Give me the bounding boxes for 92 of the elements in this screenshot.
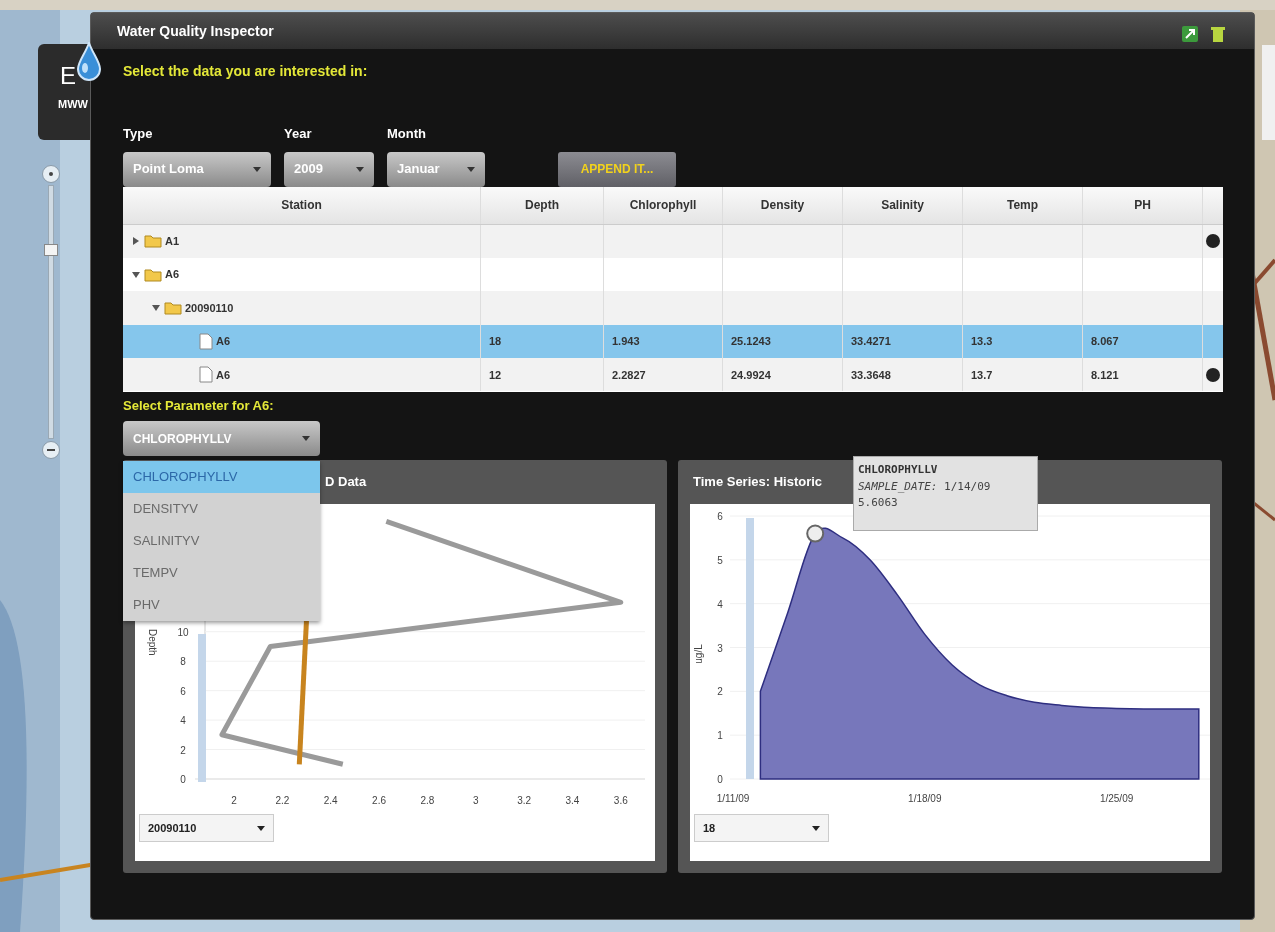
folder-icon: [144, 234, 162, 249]
tooltip-title: CHLOROPHYLLV: [858, 462, 939, 478]
logo-caption: MWW: [58, 97, 88, 112]
axis-tick-label: 5: [717, 554, 723, 566]
dot-icon: [49, 172, 53, 176]
axis-tick-label: 2.6: [372, 795, 386, 806]
tree-label[interactable]: A6: [216, 333, 231, 350]
axis-tick-label: 1: [717, 730, 723, 742]
folder-icon: [144, 267, 162, 282]
tree-label[interactable]: A6: [216, 366, 231, 383]
table-row[interactable]: A6 12 2.2827 24.9924 33.3648 13.7 8.121: [123, 358, 1223, 392]
axis-tick-label: 2: [231, 795, 237, 806]
tooltip-value: 5.6063: [858, 495, 899, 511]
column-header[interactable]: Temp: [963, 186, 1083, 224]
axis-tick-label: 4: [717, 598, 723, 610]
axis-tick-label: 3.4: [565, 795, 580, 806]
table-cell-text: 24.9924: [731, 367, 771, 383]
caret-icon: [812, 825, 820, 831]
axis-tick-label: 8: [180, 656, 186, 668]
table-cell-text: 8.121: [1091, 367, 1119, 383]
table-cell-text: 13.7: [971, 367, 993, 383]
table-cell-text: 1.943: [612, 334, 640, 350]
axis-tick-label: 6: [717, 511, 723, 522]
chart-title: D Data: [325, 473, 367, 492]
table-row[interactable]: A1: [123, 224, 1223, 258]
tree-label[interactable]: 20090110: [185, 299, 234, 317]
folder-icon: [164, 300, 182, 315]
depth-dropdown[interactable]: 18: [694, 814, 829, 842]
axis-title: ug/L: [693, 644, 704, 664]
data-point-marker[interactable]: [806, 524, 825, 543]
axis-tick-label: 3: [717, 642, 723, 654]
axis-tick-label: 1/18/09: [908, 793, 942, 804]
slider-thumb[interactable]: [44, 244, 58, 257]
axis-tick-label: 3: [473, 795, 479, 806]
column-header[interactable]: Salinity: [843, 186, 963, 224]
logo-letter: E: [60, 61, 76, 91]
axis-tick-label: 6: [180, 685, 186, 697]
table-cell-text: 2.2827: [612, 367, 646, 383]
axis-tick-label: 10: [177, 626, 189, 638]
field-label: Month: [387, 126, 426, 141]
prompt-text: Select the data you are interested in:: [123, 62, 369, 81]
caret-icon: [356, 166, 364, 172]
column-header[interactable]: Depth: [481, 186, 604, 224]
field-label: Year: [284, 126, 312, 141]
tree-label[interactable]: A6: [165, 266, 180, 283]
caret-icon: [302, 436, 310, 441]
table-cell-text: 8.067: [1091, 334, 1119, 350]
axis-tick-label: 0: [180, 774, 186, 785]
axis-tick-label: 1/25/09: [1099, 793, 1134, 804]
axis-tick-label: 2: [717, 686, 723, 698]
axis-tick-label: 0: [717, 774, 723, 785]
chart-title: Time Series: Historic: [693, 473, 823, 492]
axis-tick-label: 4: [180, 715, 186, 727]
table-cell-text: 25.1243: [731, 334, 771, 350]
field-label: Type: [123, 126, 153, 141]
caret-icon: [257, 825, 265, 831]
dropdown-option[interactable]: SALINITYV: [123, 525, 320, 557]
document-icon: [199, 366, 213, 384]
axis-tick-label: 3.2: [517, 795, 532, 806]
table-cell-text: 13.3: [971, 334, 993, 350]
tooltip-date: SAMPLE_DATE: 1/14/09: [858, 478, 992, 495]
column-header[interactable]: PH: [1083, 186, 1203, 224]
minus-icon: [47, 449, 55, 451]
table-row[interactable]: 20090110: [123, 291, 1223, 325]
axis-tick-label: 3.6: [613, 795, 628, 806]
axis-tick-label: 2.2: [275, 795, 290, 806]
tree-label[interactable]: A1: [165, 232, 180, 250]
axis-tick-label: 2.8: [420, 795, 435, 806]
column-header[interactable]: Station: [123, 186, 481, 224]
axis-title: Depth: [147, 629, 158, 656]
axis-tick-label: 1/11/09: [716, 793, 750, 804]
water-drop-icon: [76, 42, 102, 82]
table-row[interactable]: A6 18 1.943 25.1243 33.4271 13.3 8.067: [123, 324, 1223, 359]
table-cell-text: 33.3648: [851, 367, 891, 383]
scroll-up-button[interactable]: [1206, 234, 1220, 249]
axis-tick-label: 2: [180, 744, 186, 756]
parameter-label: Select Parameter for A6:: [123, 396, 275, 415]
column-header[interactable]: Chlorophyll: [604, 186, 723, 224]
document-icon: [199, 332, 213, 350]
caret-icon: [467, 166, 475, 172]
window-title: Water Quality Inspector: [117, 21, 274, 41]
column-header[interactable]: Density: [723, 186, 843, 224]
table-cell-text: 18: [489, 334, 502, 350]
dropdown-option[interactable]: TEMPV: [123, 557, 320, 589]
table-cell-text: 12: [489, 367, 502, 383]
table-cell-text: 33.4271: [851, 334, 891, 350]
date-dropdown[interactable]: 20090110: [139, 814, 274, 842]
scroll-down-button[interactable]: [1206, 367, 1220, 382]
axis-tick-label: 2.4: [323, 795, 338, 806]
dropdown-option[interactable]: PHV: [123, 589, 320, 621]
caret-icon: [253, 166, 261, 172]
dropdown-option[interactable]: DENSITYV: [123, 493, 320, 525]
